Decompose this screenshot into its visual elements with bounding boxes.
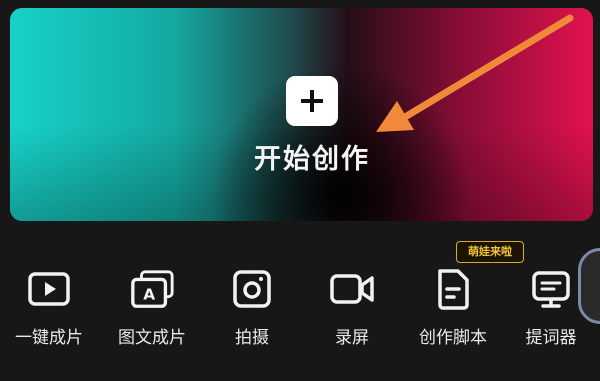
tool-one-click-video[interactable]: 一键成片 xyxy=(4,258,94,358)
tool-bar: 一键成片 A 图文成片 拍摄 录屏 创作脚本 提词器 xyxy=(0,258,600,381)
teleprompter-icon xyxy=(528,266,574,312)
tool-shoot[interactable]: 拍摄 xyxy=(207,258,297,358)
camera-icon xyxy=(229,266,275,312)
tool-screen-record[interactable]: 录屏 xyxy=(307,258,397,358)
tool-label: 创作脚本 xyxy=(419,328,487,348)
floating-side-button[interactable] xyxy=(578,248,600,324)
tool-label: 一键成片 xyxy=(15,328,83,348)
tool-creation-script[interactable]: 创作脚本 xyxy=(408,258,498,358)
svg-text:A: A xyxy=(143,286,155,304)
play-window-icon xyxy=(26,266,72,312)
tool-text-to-video[interactable]: A 图文成片 xyxy=(107,258,197,358)
tool-label: 拍摄 xyxy=(235,328,269,348)
tool-label: 提词器 xyxy=(525,328,577,348)
document-icon xyxy=(430,266,476,312)
tool-label: 录屏 xyxy=(335,328,369,348)
text-to-video-icon: A xyxy=(129,266,175,312)
tool-label: 图文成片 xyxy=(118,328,186,348)
video-camera-icon xyxy=(329,266,375,312)
